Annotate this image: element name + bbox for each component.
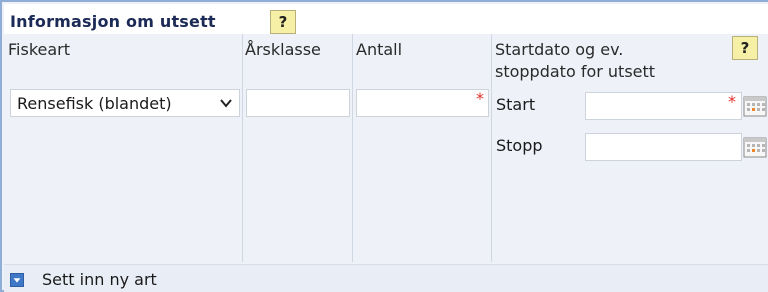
footer-bar: Sett inn ny art (4, 264, 768, 292)
required-marker: * (476, 89, 484, 108)
expand-icon[interactable] (10, 273, 24, 287)
start-date-field[interactable] (585, 92, 742, 120)
start-label: Start (496, 95, 536, 114)
section-title: Informasjon om utsett (10, 12, 216, 31)
column-divider (242, 34, 243, 262)
stopp-label: Stopp (496, 136, 543, 155)
column-header-antall: Antall (356, 40, 403, 59)
help-button-dato[interactable]: ? (732, 36, 758, 60)
required-marker: * (728, 92, 736, 111)
triangle-down-icon (13, 278, 21, 283)
calendar-icon[interactable] (743, 136, 767, 158)
stopp-date-input[interactable] (586, 134, 741, 160)
fiskeart-select[interactable]: Rensefisk (blandet) (10, 89, 240, 117)
help-button-section[interactable]: ? (270, 10, 296, 34)
antall-field[interactable] (356, 89, 489, 117)
column-header-fiskeart: Fiskeart (8, 40, 71, 59)
arsklasse-field[interactable] (246, 89, 350, 117)
add-species-link[interactable]: Sett inn ny art (42, 270, 157, 289)
column-header-dato-line2: stoppdato for utsett (495, 62, 656, 81)
column-header-arsklasse: Årsklasse (245, 40, 321, 59)
calendar-icon[interactable] (743, 95, 767, 117)
column-divider (491, 34, 492, 262)
column-divider (352, 34, 353, 262)
stopp-date-field[interactable] (585, 133, 742, 161)
column-header-dato: Startdato og ev. (495, 40, 624, 59)
utsett-panel: Informasjon om utsett ? Fiskeart Årsklas… (0, 0, 768, 292)
fiskeart-selected-value: Rensefisk (blandet) (17, 94, 172, 113)
arsklasse-input[interactable] (247, 90, 349, 116)
chevron-down-icon (220, 99, 232, 108)
section-header: Informasjon om utsett ? (4, 4, 768, 34)
antall-input[interactable] (357, 90, 488, 116)
start-date-input[interactable] (586, 93, 741, 119)
